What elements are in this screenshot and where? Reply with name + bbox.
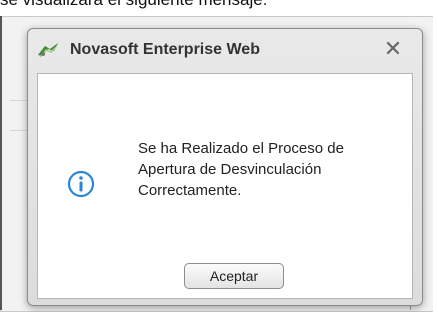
background-left-border <box>0 16 2 310</box>
background-divider <box>10 100 28 101</box>
accept-button[interactable]: Aceptar <box>184 263 284 289</box>
background-divider <box>10 130 28 131</box>
dialog-content: Se ha Realizado el Proceso de Apertura d… <box>37 73 413 299</box>
novasoft-logo-icon <box>37 42 59 58</box>
background-caption: se visualizara el siguiente mensaje: <box>0 0 438 12</box>
dialog-message: Se ha Realizado el Proceso de Apertura d… <box>138 140 344 199</box>
message-dialog: Novasoft Enterprise Web ✕ Se ha Realizad… <box>27 28 423 306</box>
dialog-title: Novasoft Enterprise Web <box>70 41 260 58</box>
dialog-titlebar[interactable]: Novasoft Enterprise Web ✕ <box>28 29 422 73</box>
info-icon <box>67 170 95 198</box>
close-button[interactable]: ✕ <box>380 37 406 63</box>
